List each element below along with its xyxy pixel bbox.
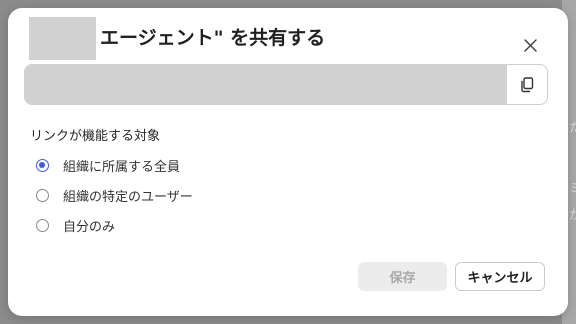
copy-link-button[interactable] bbox=[507, 65, 547, 104]
radio-option-specific-users[interactable]: 組織の特定のユーザー bbox=[36, 185, 193, 205]
agent-avatar-redacted bbox=[29, 17, 96, 60]
audience-section-label: リンクが機能する対象 bbox=[30, 129, 161, 144]
share-link-box bbox=[24, 64, 548, 105]
background-text-fragment: が bbox=[569, 208, 576, 223]
radio-button[interactable] bbox=[36, 188, 49, 202]
background-text-fragment: た bbox=[569, 121, 576, 136]
radio-label: 組織に所属する全員 bbox=[63, 159, 181, 175]
radio-label: 組織の特定のユーザー bbox=[63, 189, 193, 205]
copy-icon bbox=[521, 76, 534, 92]
share-link-field[interactable] bbox=[25, 65, 507, 104]
close-button[interactable] bbox=[517, 32, 543, 58]
dialog-title: エージェント" を共有する bbox=[100, 27, 326, 49]
radio-label: 自分のみ bbox=[63, 219, 116, 235]
radio-option-only-me[interactable]: 自分のみ bbox=[36, 215, 115, 235]
save-button[interactable]: 保存 bbox=[358, 262, 447, 291]
radio-option-everyone-in-org[interactable]: 組織に所属する全員 bbox=[36, 155, 180, 175]
background-text-fragment: ミ bbox=[569, 182, 576, 197]
share-agent-dialog: エージェント" を共有する リンクが機能する対象 組織に所属する全員 組織の特定… bbox=[8, 8, 568, 316]
radio-button-checked[interactable] bbox=[36, 158, 49, 172]
radio-button[interactable] bbox=[36, 218, 49, 232]
cancel-button[interactable]: キャンセル bbox=[455, 262, 545, 291]
close-icon bbox=[523, 38, 537, 52]
